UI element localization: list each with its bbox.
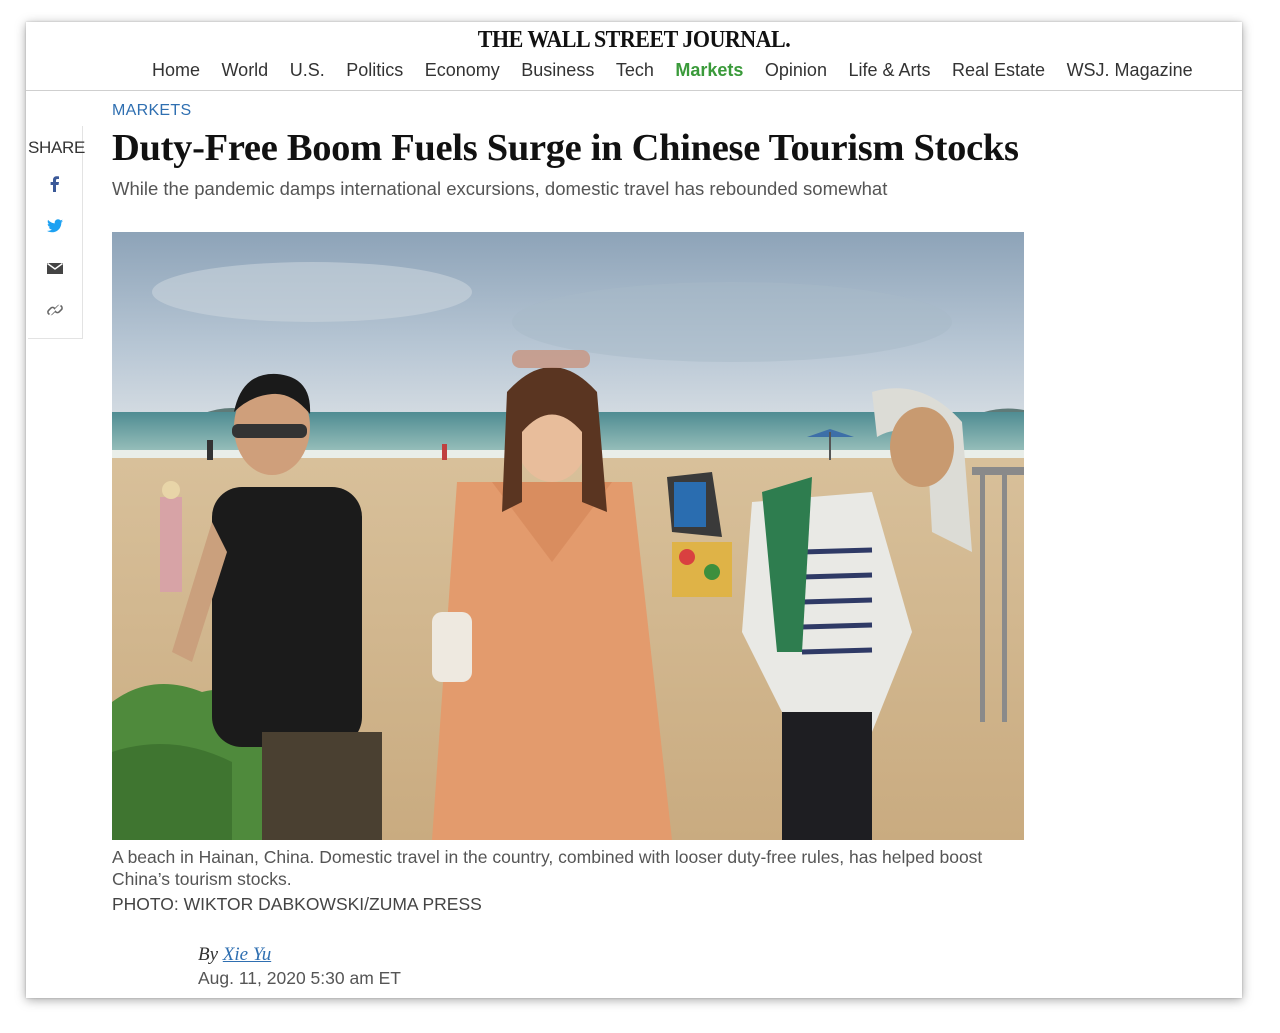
byline-prefix: By	[198, 944, 219, 965]
byline: By Xie Yu	[198, 944, 271, 966]
nav-opinion[interactable]: Opinion	[765, 60, 827, 81]
wsj-logo[interactable]: THE WALL STREET JOURNAL.	[26, 24, 1242, 53]
article-headline: Duty-Free Boom Fuels Surge in Chinese To…	[112, 127, 1019, 169]
nav-home[interactable]: Home	[152, 60, 200, 81]
author-link[interactable]: Xie Yu	[223, 944, 271, 965]
nav-real-estate[interactable]: Real Estate	[952, 60, 1045, 81]
email-icon[interactable]	[45, 258, 65, 278]
link-icon[interactable]	[45, 300, 65, 320]
photo-credit: PHOTO: WIKTOR DABKOWSKI/ZUMA PRESS	[112, 894, 482, 914]
nav-business[interactable]: Business	[521, 60, 594, 81]
nav-us[interactable]: U.S.	[290, 60, 325, 81]
article-subhead: While the pandemic damps international e…	[112, 178, 888, 199]
beach-photo-image	[112, 232, 1024, 840]
nav-wsj-magazine[interactable]: WSJ. Magazine	[1067, 60, 1193, 81]
publish-date: Aug. 11, 2020 5:30 am ET	[198, 968, 402, 988]
twitter-icon[interactable]	[45, 216, 65, 236]
facebook-icon[interactable]	[45, 174, 65, 194]
share-label: SHARE	[28, 138, 86, 157]
browser-page: THE WALL STREET JOURNAL. Home World U.S.…	[26, 22, 1242, 998]
nav-life-arts[interactable]: Life & Arts	[848, 60, 930, 81]
nav-world[interactable]: World	[222, 60, 269, 81]
nav-markets[interactable]: Markets	[675, 60, 743, 81]
section-label[interactable]: MARKETS	[112, 102, 191, 120]
nav-tech[interactable]: Tech	[616, 60, 654, 81]
nav-politics[interactable]: Politics	[346, 60, 403, 81]
photo-caption: A beach in Hainan, China. Domestic trave…	[112, 847, 983, 889]
masthead: THE WALL STREET JOURNAL. Home World U.S.…	[26, 22, 1242, 91]
main-nav: Home World U.S. Politics Economy Busines…	[152, 60, 1214, 81]
share-bar: SHARE	[28, 126, 86, 339]
nav-economy[interactable]: Economy	[425, 60, 500, 81]
article-photo	[112, 232, 1024, 840]
